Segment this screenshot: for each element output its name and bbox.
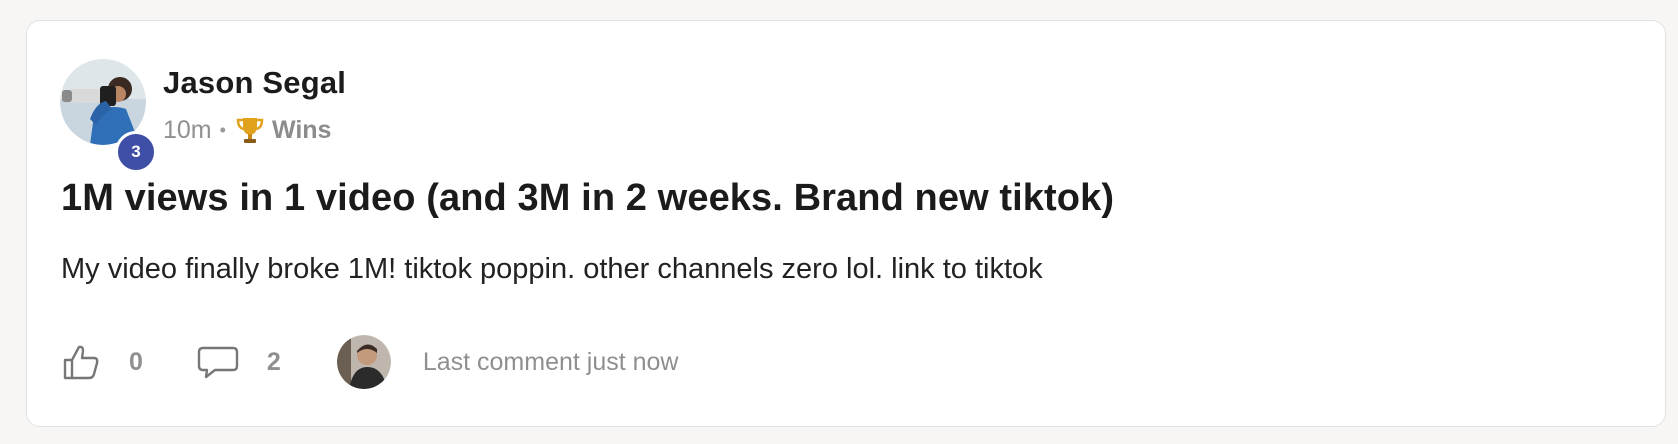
comment-count: 2: [266, 347, 281, 376]
post-meta: 10m • Wins: [163, 111, 331, 149]
like-count: 0: [129, 347, 143, 376]
post-title[interactable]: 1M views in 1 video (and 3M in 2 weeks. …: [61, 177, 1114, 220]
post-card[interactable]: 3 Jason Segal 10m • Wins 1M views in 1 v…: [26, 20, 1666, 427]
comment-button[interactable]: 2: [197, 344, 281, 380]
comment-bubble-icon: [197, 346, 239, 379]
category-link[interactable]: Wins: [272, 116, 332, 145]
post-body[interactable]: My video finally broke 1M! tiktok poppin…: [61, 253, 1043, 286]
author-avatar-container[interactable]: 3: [60, 59, 157, 173]
trophy-icon: [236, 118, 264, 143]
thumbs-up-icon: [63, 345, 99, 380]
post-footer: 0 2 Last comment just now: [61, 334, 678, 390]
post-time: 10m: [163, 115, 212, 144]
like-button[interactable]: 0: [61, 342, 143, 382]
meta-separator: •: [219, 119, 226, 140]
author-name[interactable]: Jason Segal: [163, 65, 346, 101]
last-comment-text: Last comment just now: [422, 347, 679, 376]
commenter-avatar[interactable]: [336, 335, 391, 389]
level-badge: 3: [115, 131, 157, 173]
